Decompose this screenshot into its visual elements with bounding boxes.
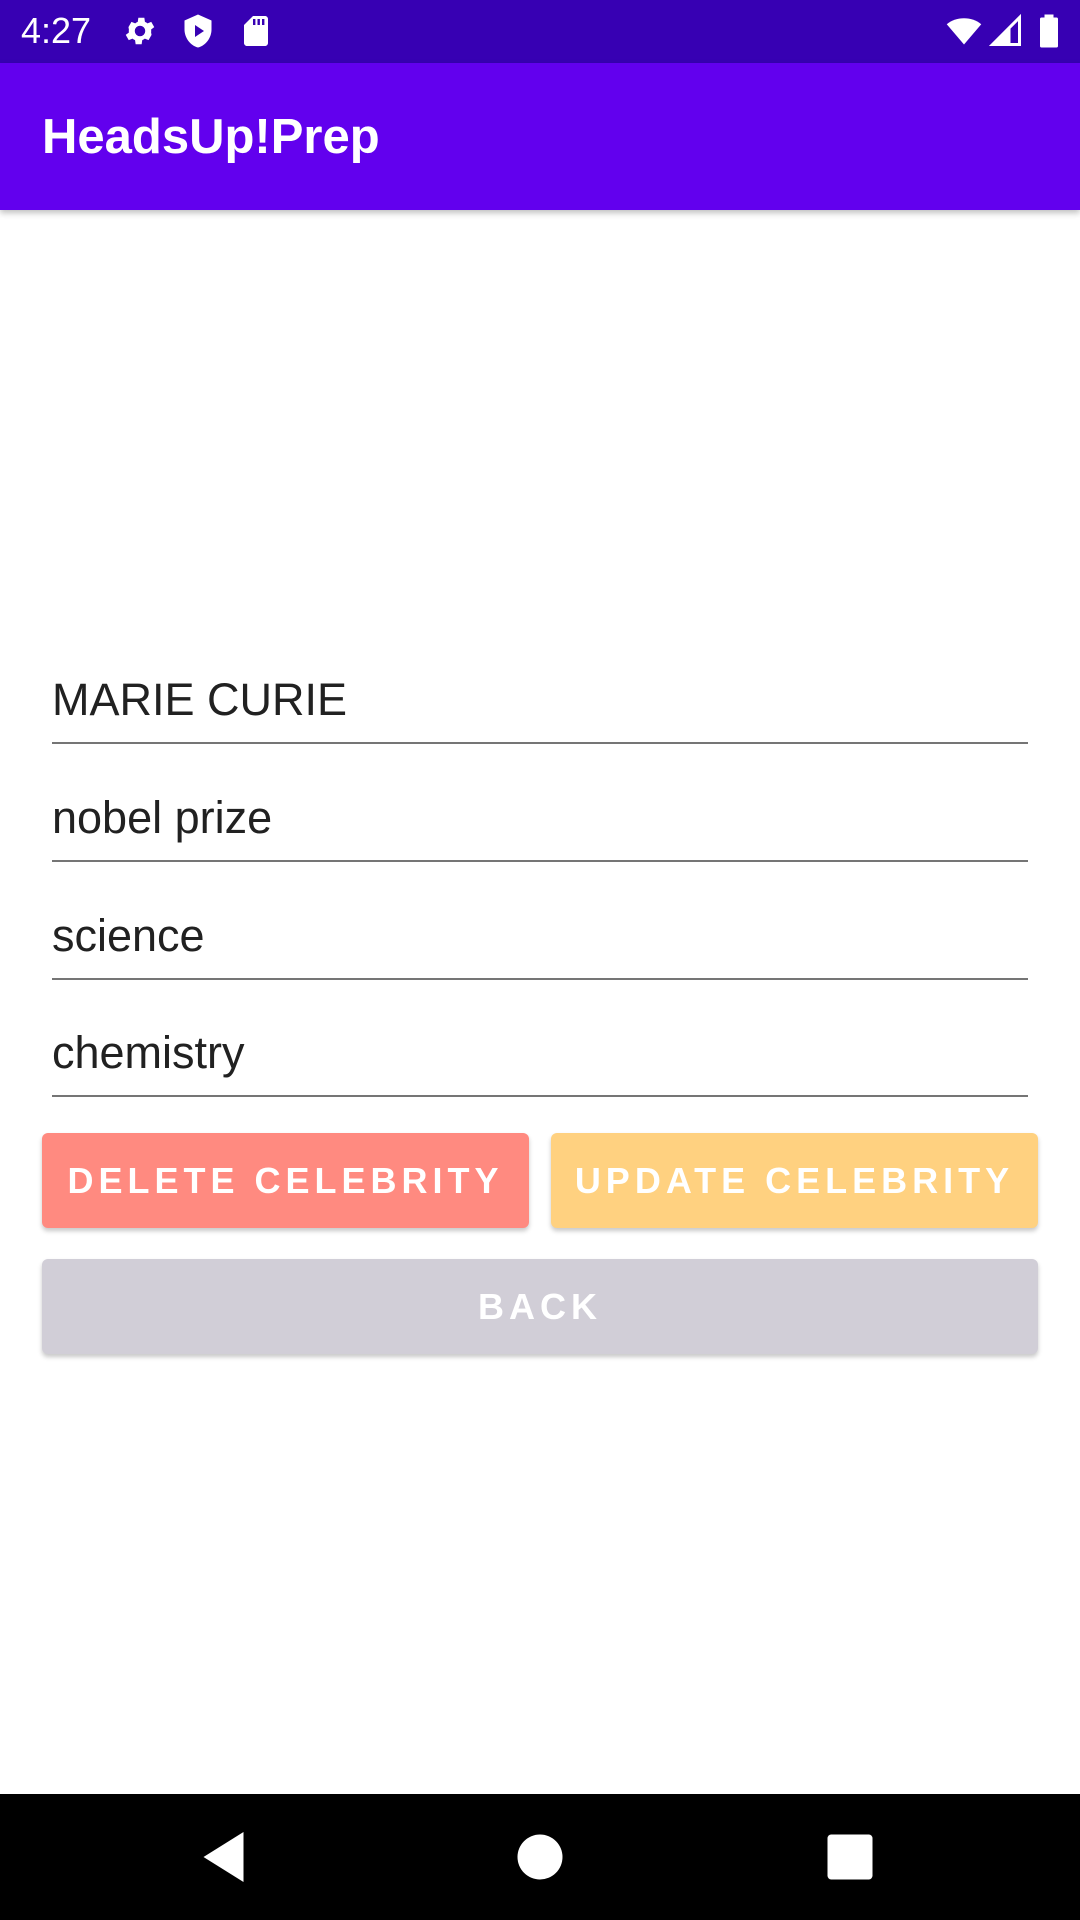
celebrity-name-underline [52,742,1028,744]
celebrity-name-field-wrapper [52,660,1028,744]
home-circle-icon[interactable] [510,1827,570,1887]
status-time: 4:27 [21,10,92,51]
delete-celebrity-button[interactable]: DELETE CELEBRITY [42,1133,529,1228]
gear-icon [125,17,155,45]
app-title: HeadsUp!Prep [42,110,380,164]
shield-play-icon [184,14,212,48]
battery-icon [1040,14,1058,48]
wifi-icon [946,18,982,45]
back-triangle-icon[interactable] [196,1827,256,1887]
system-nav-bar [0,1794,1080,1920]
update-celebrity-button[interactable]: UPDATE CELEBRITY [551,1133,1038,1228]
taboo-1-input[interactable] [52,778,1028,858]
screen: 4:27 HeadsUp!Prep MARIE CURIE nobel priz… [0,0,1080,1920]
status-bar: 4:27 [0,0,1080,63]
taboo-3-underline [52,1095,1028,1097]
celebrity-name-input[interactable] [52,660,1028,740]
taboo-2-underline [52,978,1028,980]
taboo-2-field-wrapper [52,896,1028,980]
taboo-2-input[interactable] [52,896,1028,976]
app-bar: HeadsUp!Prep [0,63,1080,210]
taboo-3-field-wrapper [52,1013,1028,1097]
taboo-1-field-wrapper [52,778,1028,862]
back-button[interactable]: BACK [42,1259,1038,1354]
recents-square-icon[interactable] [820,1827,880,1887]
signal-icon [988,13,1021,46]
taboo-3-input[interactable] [52,1013,1028,1093]
taboo-1-underline [52,860,1028,862]
sd-card-icon [244,16,268,46]
